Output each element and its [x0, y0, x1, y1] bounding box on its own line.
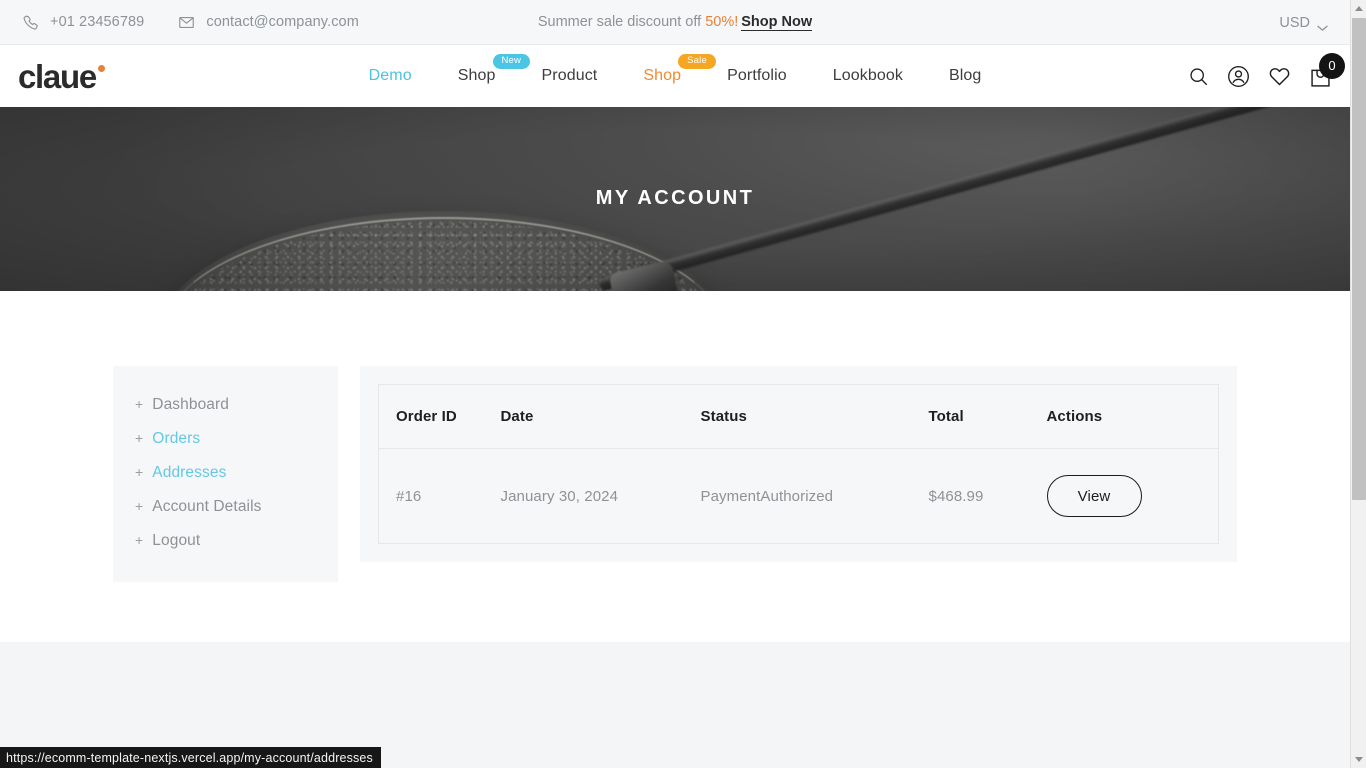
nav-item-blog[interactable]: Blog: [926, 67, 1004, 85]
site-header: claue Demo Shop New Product Shop Sale Po…: [0, 45, 1350, 107]
sidebar-item-label: Logout: [152, 532, 201, 549]
site-logo[interactable]: claue: [18, 60, 105, 93]
sidebar-item-orders[interactable]: + Orders: [113, 422, 338, 456]
page-viewport: +01 23456789 contact@company.com Summer …: [0, 0, 1350, 768]
sidebar-item-dashboard[interactable]: + Dashboard: [113, 388, 338, 422]
topbar-contact-group: +01 23456789 contact@company.com: [22, 14, 359, 31]
column-header-order-id: Order ID: [378, 384, 501, 449]
cell-status: PaymentAuthorized: [700, 487, 834, 505]
page-title: MY ACCOUNT: [595, 187, 755, 209]
sidebar-item-account-details[interactable]: + Account Details: [113, 490, 338, 524]
status-url: https://ecomm-template-nextjs.vercel.app…: [6, 750, 373, 765]
nav-label: Shop: [457, 67, 496, 84]
view-order-button[interactable]: View: [1046, 475, 1142, 517]
orders-panel: Order ID Date Status Total Actions #16 J…: [360, 366, 1237, 562]
orders-table-head: Order ID Date Status Total Actions: [378, 384, 1219, 449]
chevron-down-icon: [1317, 19, 1328, 31]
nav-item-shop-new[interactable]: Shop New: [435, 54, 531, 85]
plus-icon: +: [135, 532, 144, 548]
account-layout: + Dashboard + Orders + Addresses + Accou…: [113, 366, 1237, 582]
column-header-actions: Actions: [1046, 384, 1219, 449]
sidebar-item-label: Dashboard: [152, 396, 230, 413]
orders-table-body: #16 January 30, 2024 PaymentAuthorized $…: [379, 449, 1219, 544]
plus-icon: +: [135, 464, 144, 480]
scrollbar-thumb[interactable]: [1352, 18, 1366, 500]
shop-now-link[interactable]: Shop Now: [741, 14, 813, 31]
account-icon[interactable]: [1227, 65, 1250, 88]
table-header-row: Order ID Date Status Total Actions: [378, 384, 1219, 449]
wishlist-heart-icon[interactable]: [1268, 65, 1291, 88]
page-hero-banner: MY ACCOUNT: [0, 107, 1350, 291]
nav-item-demo[interactable]: Demo: [346, 67, 435, 85]
logo-dot-icon: [97, 64, 105, 72]
column-header-date: Date: [500, 384, 701, 449]
nav-label: Demo: [368, 67, 412, 84]
sidebar-item-label: Orders: [152, 430, 201, 447]
phone-number: +01 23456789: [50, 14, 145, 30]
sidebar-item-addresses[interactable]: + Addresses: [113, 456, 338, 490]
cart-bag-icon[interactable]: 0: [1309, 52, 1345, 88]
envelope-icon: [178, 14, 195, 31]
browser-status-bar: https://ecomm-template-nextjs.vercel.app…: [0, 747, 381, 768]
search-icon[interactable]: [1188, 66, 1209, 87]
cell-order-id: #16: [396, 487, 422, 505]
scroll-down-arrow-icon[interactable]: [1351, 751, 1366, 768]
nav-item-lookbook[interactable]: Lookbook: [810, 67, 926, 85]
sidebar-item-label: Addresses: [152, 464, 227, 481]
cell-actions: View: [1046, 449, 1219, 544]
plus-icon: +: [135, 396, 144, 412]
nav-item-portfolio[interactable]: Portfolio: [704, 67, 810, 85]
promo-prefix: Summer sale discount off: [537, 14, 706, 30]
nav-item-shop-sale[interactable]: Shop Sale: [620, 54, 716, 85]
cell-total: $468.99: [928, 487, 984, 505]
nav-label: Portfolio: [727, 67, 787, 84]
nav-label: Lookbook: [832, 67, 903, 84]
promo-discount: 50%!: [705, 14, 739, 30]
scroll-up-arrow-icon[interactable]: [1351, 0, 1366, 17]
cart-count-badge: 0: [1319, 52, 1345, 79]
header-action-icons: 0: [1188, 45, 1345, 107]
column-header-status: Status: [700, 384, 929, 449]
sidebar-item-label: Account Details: [152, 498, 262, 515]
table-row: #16 January 30, 2024 PaymentAuthorized $…: [379, 449, 1219, 544]
plus-icon: +: [135, 498, 144, 514]
currency-label: USD: [1279, 14, 1310, 31]
email-contact[interactable]: contact@company.com: [178, 14, 359, 31]
top-announcement-bar: +01 23456789 contact@company.com Summer …: [0, 0, 1350, 45]
browser-page: +01 23456789 contact@company.com Summer …: [0, 0, 1366, 768]
nav-label: Product: [541, 67, 598, 84]
cell-date: January 30, 2024: [500, 487, 619, 505]
main-navigation: Demo Shop New Product Shop Sale Portfoli…: [0, 54, 1350, 85]
account-sidebar: + Dashboard + Orders + Addresses + Accou…: [113, 366, 338, 582]
email-address: contact@company.com: [206, 14, 359, 30]
orders-table: Order ID Date Status Total Actions #16 J…: [378, 384, 1219, 544]
sidebar-item-logout[interactable]: + Logout: [113, 524, 338, 558]
phone-icon: [22, 14, 39, 31]
nav-item-product[interactable]: Product: [519, 67, 621, 85]
logo-text: claue: [18, 57, 97, 95]
plus-icon: +: [135, 430, 144, 446]
page-scrollbar[interactable]: [1350, 0, 1366, 768]
main-content: + Dashboard + Orders + Addresses + Accou…: [0, 291, 1350, 642]
column-header-total: Total: [928, 384, 1047, 449]
currency-selector[interactable]: USD: [1279, 0, 1328, 45]
phone-contact[interactable]: +01 23456789: [22, 14, 144, 31]
nav-label: Shop: [643, 67, 682, 84]
nav-label: Blog: [948, 67, 982, 84]
